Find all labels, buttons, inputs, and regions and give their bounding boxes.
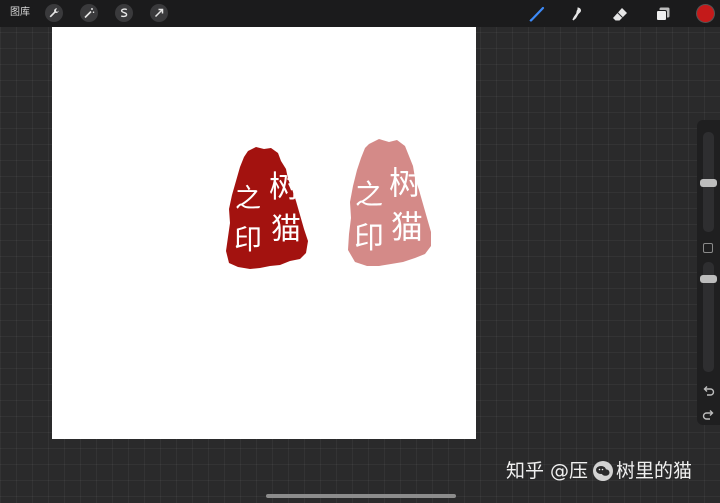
color-picker-button[interactable] — [697, 5, 714, 22]
watermark-prefix: 知乎 @压 — [506, 460, 589, 482]
watermark: 知乎 @压 树里的猫 — [506, 459, 692, 483]
svg-text:树: 树 — [269, 170, 299, 205]
svg-text:树: 树 — [389, 164, 421, 202]
top-toolbar: 图库 — [0, 0, 720, 27]
svg-text:印: 印 — [354, 221, 384, 256]
right-sidebar — [697, 120, 720, 425]
smudge-icon[interactable] — [566, 3, 588, 25]
svg-text:印: 印 — [234, 223, 262, 256]
transform-arrow-icon[interactable] — [150, 4, 168, 22]
wrench-icon[interactable] — [45, 4, 63, 22]
eraser-icon[interactable] — [609, 3, 631, 25]
drawing-canvas[interactable]: 树 猫 之 印 树 猫 之 印 — [52, 27, 476, 439]
undo-icon[interactable] — [701, 384, 716, 399]
wechat-icon — [593, 461, 614, 481]
svg-text:之: 之 — [235, 184, 261, 214]
magic-wand-icon[interactable] — [80, 4, 98, 22]
svg-text:之: 之 — [355, 178, 383, 211]
home-indicator[interactable] — [266, 494, 456, 498]
brush-size-thumb[interactable] — [700, 179, 717, 187]
watermark-suffix: 树里的猫 — [616, 460, 693, 482]
stamp-dark-red: 树 猫 之 印 — [226, 147, 308, 269]
redo-icon[interactable] — [701, 408, 716, 423]
svg-text:猫: 猫 — [271, 212, 301, 247]
opacity-thumb[interactable] — [700, 275, 717, 283]
layers-icon[interactable] — [652, 3, 674, 25]
svg-text:猫: 猫 — [391, 208, 423, 246]
selection-icon[interactable] — [115, 4, 133, 22]
gallery-button[interactable]: 图库 — [10, 6, 30, 20]
modify-button[interactable] — [703, 243, 713, 253]
brush-icon[interactable] — [526, 3, 548, 25]
stamp-light-red: 树 猫 之 印 — [348, 139, 431, 266]
